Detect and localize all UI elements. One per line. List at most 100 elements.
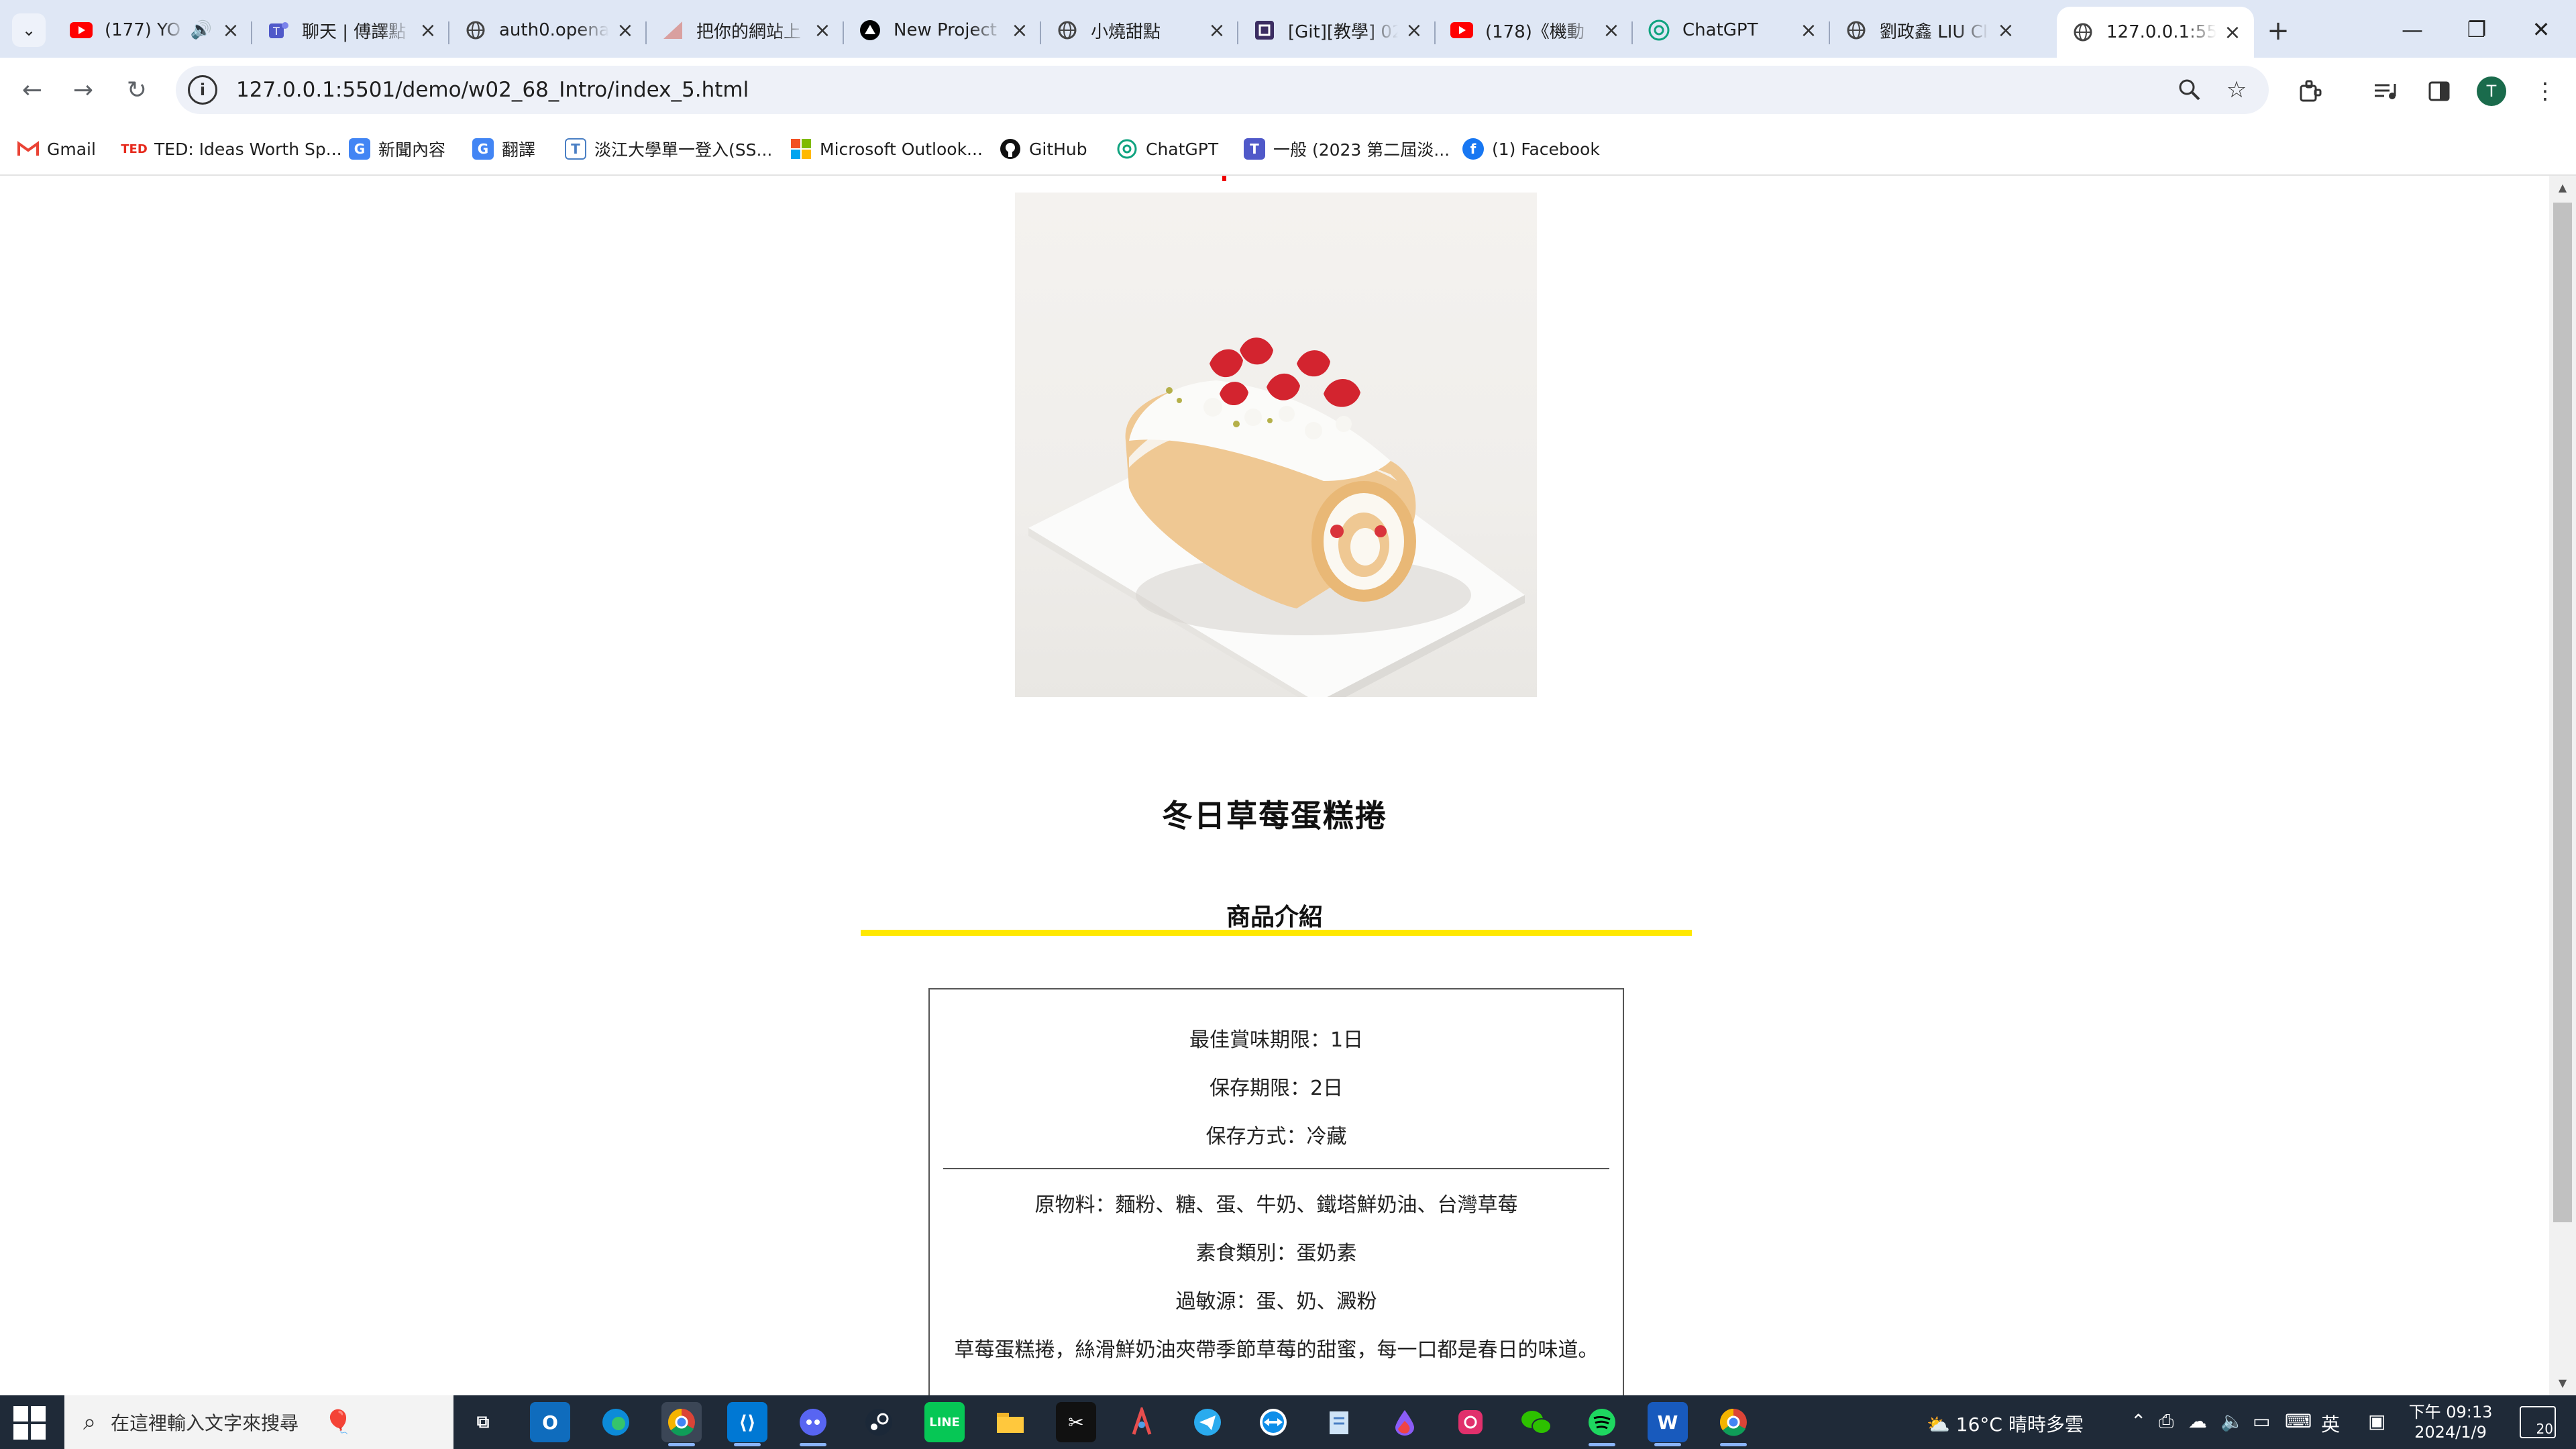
url-text[interactable]: 127.0.0.1:5501/demo/w02_68_Intro/index_5… bbox=[236, 78, 749, 102]
ime-mode-icon[interactable]: ▣ bbox=[2368, 1410, 2385, 1432]
bookmark-ted[interactable]: TED TED: Ideas Worth Sp... bbox=[121, 136, 342, 162]
tab-9[interactable]: ChatGPT × bbox=[1633, 8, 1830, 52]
media-control-icon[interactable] bbox=[2369, 75, 2402, 107]
tab-7[interactable]: [Git][教學] 02 × bbox=[1238, 8, 1436, 52]
close-tab-icon[interactable]: × bbox=[2220, 20, 2245, 44]
word-icon[interactable]: W bbox=[1648, 1402, 1688, 1446]
zoom-icon[interactable] bbox=[2175, 75, 2204, 105]
spotify-icon[interactable] bbox=[1582, 1402, 1622, 1446]
file-explorer-icon[interactable] bbox=[990, 1402, 1030, 1442]
close-tab-icon[interactable]: × bbox=[1994, 18, 2018, 42]
outlook-icon[interactable]: O bbox=[530, 1402, 570, 1442]
profile-avatar[interactable]: T bbox=[2477, 76, 2506, 106]
tab-2[interactable]: T 聊天 | 傅譯點 × bbox=[252, 8, 449, 52]
telegram-icon[interactable] bbox=[1187, 1402, 1228, 1442]
chrome-icon[interactable] bbox=[661, 1402, 702, 1446]
tab-1[interactable]: (177) YO 🔊 × bbox=[55, 8, 252, 52]
close-tab-icon[interactable]: × bbox=[810, 18, 835, 42]
wechat-icon[interactable] bbox=[1516, 1402, 1556, 1442]
site-info-icon[interactable]: i bbox=[188, 75, 217, 105]
keyboard-icon[interactable]: ⌨ bbox=[2285, 1410, 2312, 1432]
discord-icon[interactable] bbox=[793, 1402, 833, 1446]
scroll-up-arrow[interactable]: ▲ bbox=[2556, 181, 2569, 195]
browser-toolbar: ← → ↻ i 127.0.0.1:5501/demo/w02_68_Intro… bbox=[0, 58, 2576, 122]
menu-kebab-icon[interactable]: ⋮ bbox=[2529, 75, 2561, 107]
bookmark-news[interactable]: G 新聞內容 bbox=[349, 136, 445, 162]
tab-5[interactable]: New Project × bbox=[844, 8, 1041, 52]
tab-active[interactable]: 127.0.0.1:550 × bbox=[2057, 7, 2254, 58]
volume-icon[interactable]: 🔈 bbox=[2220, 1410, 2244, 1432]
side-panel-icon[interactable] bbox=[2423, 75, 2455, 107]
tray-overflow-icon[interactable]: ⌃ bbox=[2131, 1410, 2146, 1432]
tab-title: 劉政鑫 LIU Cl bbox=[1880, 21, 1988, 42]
line-icon[interactable]: LINE bbox=[924, 1402, 965, 1442]
bookmark-teams[interactable]: T 一般 (2023 第二屆淡... bbox=[1244, 136, 1450, 162]
reload-button[interactable]: ↻ bbox=[118, 71, 156, 109]
notification-center-icon[interactable]: 20 bbox=[2520, 1406, 2556, 1438]
close-tab-icon[interactable]: × bbox=[1008, 18, 1032, 42]
back-button[interactable]: ← bbox=[13, 71, 51, 109]
network-icon[interactable]: ☁ bbox=[2188, 1410, 2207, 1432]
tab-4[interactable]: 把你的網站上 × bbox=[647, 8, 844, 52]
address-bar[interactable]: i 127.0.0.1:5501/demo/w02_68_Intro/index… bbox=[176, 66, 2269, 114]
scroll-down-arrow[interactable]: ▼ bbox=[2556, 1377, 2569, 1390]
product-info-box: 最佳賞味期限：1日 保存期限：2日 保存方式：冷藏 原物料：麵粉、糖、蛋、牛奶、… bbox=[928, 988, 1624, 1395]
bookmark-facebook[interactable]: f (1) Facebook bbox=[1462, 136, 1600, 162]
taskbar-search[interactable]: ⌕ 在這裡輸入文字來搜尋 🎈 bbox=[64, 1395, 453, 1449]
display-icon[interactable]: ▭ bbox=[2253, 1410, 2270, 1432]
edge-icon[interactable] bbox=[596, 1402, 636, 1442]
close-tab-icon[interactable]: × bbox=[613, 18, 637, 42]
tab-search-button[interactable]: ⌄ bbox=[12, 13, 46, 47]
bookmark-star-icon[interactable]: ☆ bbox=[2222, 75, 2251, 105]
color-picker-icon[interactable] bbox=[1385, 1402, 1425, 1442]
red-dot bbox=[1222, 176, 1226, 181]
close-tab-icon[interactable]: × bbox=[416, 18, 440, 42]
bookmark-github[interactable]: GitHub bbox=[1000, 136, 1087, 162]
extensions-icon[interactable] bbox=[2294, 75, 2326, 107]
page-scrollbar[interactable]: ▲ ▼ bbox=[2549, 176, 2576, 1395]
notepad-icon[interactable] bbox=[1319, 1402, 1359, 1442]
forward-button[interactable]: → bbox=[64, 71, 102, 109]
close-tab-icon[interactable]: × bbox=[1402, 18, 1426, 42]
bookmark-gmail[interactable]: Gmail bbox=[17, 136, 96, 162]
bookmark-label: TED: Ideas Worth Sp... bbox=[154, 139, 342, 159]
ime-indicator[interactable]: 英 bbox=[2321, 1410, 2340, 1437]
weather-widget[interactable]: ⛅ 16°C 晴時多雲 bbox=[1927, 1410, 2084, 1437]
close-window-button[interactable]: ✕ bbox=[2514, 9, 2568, 50]
shelf-life-text: 保存期限：2日 bbox=[1209, 1077, 1344, 1100]
tab-3[interactable]: auth0.opena × bbox=[449, 8, 647, 52]
bookmark-outlook[interactable]: Microsoft Outlook... bbox=[790, 136, 983, 162]
task-view-icon[interactable]: ⧉ bbox=[463, 1402, 503, 1442]
close-tab-icon[interactable]: × bbox=[219, 18, 243, 42]
vscode-icon[interactable]: ⟨⟩ bbox=[727, 1402, 767, 1446]
bookmark-label: 新聞內容 bbox=[378, 140, 446, 160]
bookmark-chatgpt[interactable]: ChatGPT bbox=[1116, 136, 1218, 162]
close-tab-icon[interactable]: × bbox=[1796, 18, 1821, 42]
tab-title: (177) YO bbox=[105, 20, 181, 40]
new-tab-button[interactable]: + bbox=[2261, 13, 2296, 48]
taskbar-clock[interactable]: 下午 09:13 2024/1/9 bbox=[2407, 1402, 2494, 1442]
tab-10[interactable]: 劉政鑫 LIU Cl × bbox=[1830, 8, 2027, 52]
tab-6[interactable]: 小燒甜點 × bbox=[1041, 8, 1238, 52]
meet-now-icon[interactable]: ⎙ bbox=[2159, 1410, 2174, 1433]
teamviewer-icon[interactable] bbox=[1253, 1402, 1293, 1442]
instagram-icon[interactable] bbox=[1450, 1402, 1491, 1442]
tab-8[interactable]: (178)《機動 × bbox=[1436, 8, 1633, 52]
minimize-button[interactable]: — bbox=[2385, 9, 2439, 50]
bookmark-translate[interactable]: G 翻譯 bbox=[472, 136, 535, 162]
bookmark-tku[interactable]: T 淡江大學單一登入(SS... bbox=[565, 136, 772, 162]
bookmark-label: GitHub bbox=[1029, 139, 1087, 159]
scroll-thumb[interactable] bbox=[2553, 203, 2572, 1222]
capcut-icon[interactable]: ✂ bbox=[1056, 1402, 1096, 1442]
chrome-icon[interactable] bbox=[1713, 1402, 1754, 1446]
git-tool-icon[interactable] bbox=[1122, 1402, 1162, 1442]
storage-text: 保存方式：冷藏 bbox=[1205, 1125, 1347, 1148]
speaker-icon[interactable]: 🔊 bbox=[191, 20, 212, 40]
steam-icon[interactable] bbox=[859, 1402, 899, 1442]
windows-start-icon[interactable] bbox=[13, 1406, 47, 1440]
bookmark-label: (1) Facebook bbox=[1492, 139, 1600, 159]
close-tab-icon[interactable]: × bbox=[1599, 18, 1623, 42]
bookmark-label: 淡江大學單一登入(SS... bbox=[594, 140, 773, 160]
close-tab-icon[interactable]: × bbox=[1205, 18, 1229, 42]
restore-button[interactable]: ❐ bbox=[2450, 9, 2504, 50]
